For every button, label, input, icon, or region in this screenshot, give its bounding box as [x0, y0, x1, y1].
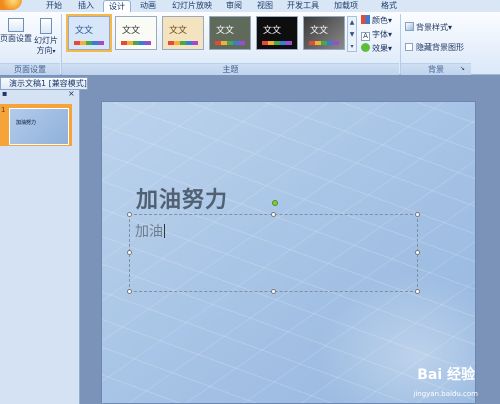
dropdown-icon: ▾: [448, 23, 453, 32]
colors-label: 颜色: [372, 16, 388, 25]
office-button[interactable]: [0, 0, 22, 10]
resize-handle[interactable]: [415, 212, 420, 217]
tab-addins[interactable]: 加载项: [332, 0, 360, 12]
tab-insert[interactable]: 插入: [74, 0, 98, 12]
theme-effects-button[interactable]: 效果▾: [361, 43, 392, 55]
resize-handle[interactable]: [271, 289, 276, 294]
dragon-background-graphic: [315, 273, 475, 403]
body-textbox[interactable]: 加油: [129, 214, 418, 292]
background-styles-icon: [405, 22, 414, 31]
panel-tab-icon[interactable]: ▪: [2, 89, 7, 98]
body-text[interactable]: 加油: [135, 221, 165, 241]
checkbox-box[interactable]: [405, 43, 413, 51]
theme-colors-button[interactable]: 颜色▾: [361, 15, 392, 27]
scroll-down-icon[interactable]: ▼: [348, 29, 356, 41]
page-setup-button[interactable]: 页面设置: [0, 18, 32, 44]
group-label-themes: 主题: [62, 63, 399, 75]
fonts-label: 字体: [372, 30, 388, 39]
rotation-handle[interactable]: [272, 200, 278, 206]
watermark-logo: Bai 经验: [417, 367, 475, 383]
orientation-label-2: 方向: [36, 46, 53, 55]
watermark-url: jingyan.baidu.com: [413, 390, 478, 398]
resize-handle[interactable]: [127, 212, 132, 217]
theme-thumbnail-4[interactable]: 文文: [209, 16, 251, 50]
gallery-more-icon[interactable]: ▾: [348, 41, 356, 53]
page-setup-label: 页面设置: [0, 34, 32, 43]
theme-thumb-text: 文文: [216, 26, 235, 36]
group-label-page-setup: 页面设置: [0, 63, 60, 75]
theme-color-bar: [309, 41, 339, 45]
resize-handle[interactable]: [415, 289, 420, 294]
tab-view[interactable]: 视图: [253, 0, 277, 12]
colors-icon: [361, 15, 370, 24]
theme-color-bar: [121, 41, 151, 45]
tab-design[interactable]: 设计: [103, 0, 131, 12]
thumbnail-title: 加油努力: [16, 120, 37, 126]
orientation-icon: [40, 18, 52, 34]
tab-animation[interactable]: 动画: [136, 0, 160, 12]
document-bar: 演示文稿1 [兼容模式]: [0, 76, 500, 90]
document-tab[interactable]: 演示文稿1 [兼容模式]: [0, 77, 88, 90]
theme-thumbnail-6[interactable]: 文文: [303, 16, 345, 50]
theme-thumbnail-5[interactable]: 文文: [256, 16, 298, 50]
theme-color-bar: [74, 41, 104, 45]
document-tab-title: 演示文稿1 [兼容模式]: [9, 79, 87, 88]
dropdown-icon: ▾: [52, 48, 56, 55]
ribbon: 页面设置 幻灯片 方向▾ 页面设置 文文 文文 文文 文文 文文 文文 ▲ ▼ …: [0, 12, 500, 75]
resize-handle[interactable]: [127, 250, 132, 255]
hide-graphics-label: 隐藏背景图形: [416, 43, 464, 52]
dropdown-icon: ▾: [388, 44, 393, 53]
theme-thumbnail-3[interactable]: 文文: [162, 16, 204, 50]
dropdown-icon: ▾: [388, 30, 393, 39]
slides-panel: ▪ × 1 加油努力: [0, 89, 80, 404]
theme-thumb-text: 文文: [75, 26, 94, 36]
theme-thumb-text: 文文: [169, 26, 188, 36]
effects-label: 效果: [372, 44, 388, 53]
theme-color-bar: [168, 41, 198, 45]
resize-handle[interactable]: [127, 289, 132, 294]
dialog-launcher-icon[interactable]: ↘: [460, 64, 465, 74]
tab-review[interactable]: 审阅: [222, 0, 246, 12]
effects-icon: [361, 43, 370, 52]
tab-home[interactable]: 开始: [42, 0, 66, 12]
tab-developer[interactable]: 开发工具: [285, 0, 321, 12]
dropdown-icon: ▾: [388, 16, 393, 25]
theme-fonts-button[interactable]: A 字体▾: [361, 29, 392, 41]
page-setup-icon: [8, 18, 24, 32]
scroll-up-icon[interactable]: ▲: [348, 17, 356, 29]
slide-orientation-button[interactable]: 幻灯片 方向▾: [33, 18, 59, 57]
resize-handle[interactable]: [271, 212, 276, 217]
slide-thumbnail[interactable]: 加油努力: [9, 108, 69, 145]
theme-thumbnail-2[interactable]: 文文: [115, 16, 157, 50]
gallery-scroll[interactable]: ▲ ▼ ▾: [347, 16, 357, 52]
tab-slideshow[interactable]: 幻灯片放映: [168, 0, 216, 12]
fonts-icon: A: [361, 32, 370, 41]
close-panel-icon[interactable]: ×: [68, 89, 75, 98]
body-text-content: 加油: [135, 224, 163, 240]
slide-canvas[interactable]: 加油努力 加油: [101, 101, 476, 404]
theme-thumb-text: 文文: [263, 26, 282, 36]
background-styles-label: 背景样式: [416, 23, 448, 32]
resize-handle[interactable]: [415, 250, 420, 255]
theme-thumb-text: 文文: [310, 26, 329, 36]
orientation-label-1: 幻灯片: [34, 36, 58, 45]
ribbon-tab-bar: 开始 插入 设计 动画 幻灯片放映 审阅 视图 开发工具 加载项 格式: [0, 0, 500, 12]
theme-thumbnail-1[interactable]: 文文: [66, 14, 112, 52]
slide-number: 1: [1, 106, 6, 114]
hide-background-graphics-checkbox[interactable]: 隐藏背景图形: [405, 42, 464, 53]
tab-format[interactable]: 格式: [377, 0, 401, 12]
slide-title[interactable]: 加油努力: [136, 182, 228, 214]
background-styles-button[interactable]: 背景样式▾: [405, 22, 452, 34]
theme-color-bar: [262, 41, 292, 45]
theme-thumb-text: 文文: [122, 26, 141, 36]
theme-color-bar: [215, 41, 245, 45]
text-cursor: [164, 224, 165, 238]
